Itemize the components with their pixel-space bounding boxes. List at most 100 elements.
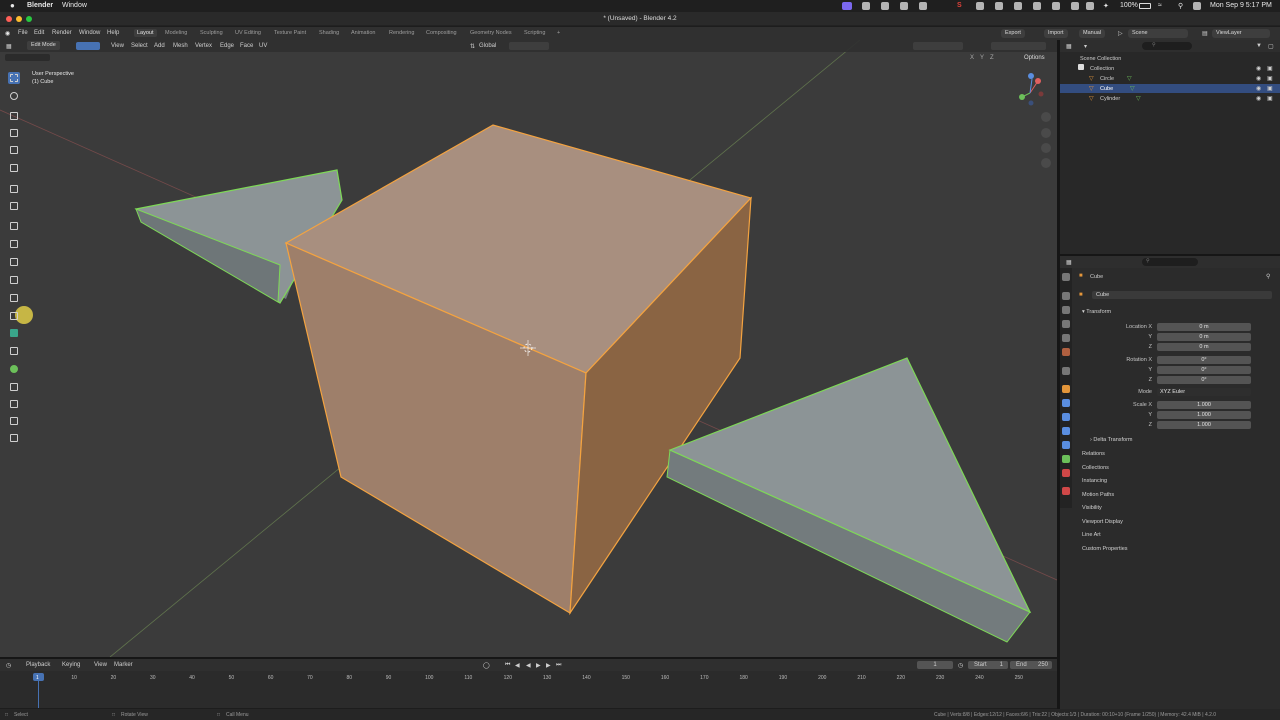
menu-view[interactable]: View [111, 43, 124, 49]
prev-keyframe-icon[interactable]: ◀ [515, 662, 520, 669]
status-icon-6[interactable] [1014, 2, 1022, 10]
status-icon-5[interactable] [976, 2, 984, 10]
battery-icon[interactable] [1139, 3, 1151, 9]
transform-section-header[interactable]: ▾ Transform [1082, 309, 1111, 315]
visibility-eye-icon[interactable]: ◉ [1256, 85, 1261, 92]
output-tab-icon[interactable] [1062, 306, 1070, 314]
apple-menu-icon[interactable]: ● [10, 1, 15, 10]
tool-tab-icon[interactable] [1062, 273, 1070, 281]
jump-start-icon[interactable]: ⏮ [505, 662, 510, 669]
tab-compositing[interactable]: Compositing [423, 29, 460, 37]
visibility-eye-icon[interactable]: ◉ [1256, 95, 1261, 102]
search-icon[interactable]: ⚲ [1178, 2, 1183, 10]
scene-icon[interactable]: ▷ [1118, 30, 1123, 37]
status-icon-9[interactable] [1071, 2, 1079, 10]
viewlayer-selector[interactable]: ViewLayer [1212, 29, 1270, 38]
menu-window[interactable]: Window [79, 30, 100, 36]
render-tab-icon[interactable] [1062, 292, 1070, 300]
tool-annotate-icon[interactable] [8, 183, 20, 195]
status-icon-10[interactable] [1086, 2, 1094, 10]
clock-icon[interactable] [995, 2, 1003, 10]
modifiers-tab-icon[interactable] [1062, 399, 1070, 407]
status-icon-3[interactable] [900, 2, 908, 10]
timeline-menu-keying[interactable]: Keying [62, 662, 80, 668]
jump-end-icon[interactable]: ⏭ [556, 662, 561, 669]
visibility-eye-icon[interactable]: ◉ [1256, 75, 1261, 82]
gizmo-overlay-toggles[interactable] [913, 42, 963, 50]
tool-select-box-icon[interactable] [8, 72, 20, 84]
section-line-art[interactable]: Line Art [1082, 532, 1101, 538]
bluetooth-icon[interactable]: ✦ [1103, 2, 1109, 10]
section-instancing[interactable]: Instancing [1082, 478, 1107, 484]
material-tab-icon[interactable] [1062, 469, 1070, 477]
rotation-z-field[interactable]: 0° [1157, 376, 1251, 384]
screen-share-icon[interactable] [842, 2, 852, 10]
outliner-search-input[interactable]: ⚲ [1142, 42, 1192, 50]
tab-geometry-nodes[interactable]: Geometry Nodes [467, 29, 515, 37]
tool-smooth-icon[interactable] [8, 363, 20, 375]
add-workspace-button[interactable]: + [554, 29, 563, 37]
menu-vertex[interactable]: Vertex [195, 43, 212, 49]
start-frame-field[interactable]: Start 1 [968, 661, 1008, 669]
outliner-item-cube[interactable]: Cube [1100, 86, 1113, 92]
s-app-icon[interactable]: S [957, 2, 962, 9]
viewport-scene[interactable] [0, 40, 1057, 657]
outliner-editor-icon[interactable]: ▦ [1066, 43, 1072, 50]
options-dropdown[interactable]: Options [1024, 55, 1045, 61]
world-tab-icon[interactable] [1062, 348, 1070, 356]
menu-mesh[interactable]: Mesh [173, 43, 188, 49]
menu-edge[interactable]: Edge [220, 43, 234, 49]
menu-help[interactable]: Help [107, 30, 119, 36]
selection-mode-toggles[interactable] [5, 54, 50, 61]
app-name-menu[interactable]: Blender [27, 2, 53, 9]
visibility-eye-icon[interactable]: ◉ [1256, 65, 1261, 72]
mode-selector[interactable]: Edit Mode [27, 41, 60, 50]
physics-tab-icon[interactable] [1062, 427, 1070, 435]
section-custom-properties[interactable]: Custom Properties [1082, 546, 1128, 552]
timeline-editor-icon[interactable]: ◷ [6, 662, 11, 669]
mesh-data-icon[interactable]: ▽ [1136, 95, 1141, 102]
select-mode-buttons[interactable] [76, 42, 100, 50]
tool-scale-icon[interactable] [8, 144, 20, 156]
timeline-menu-view[interactable]: View [94, 662, 107, 668]
scene-tab-icon[interactable] [1062, 334, 1070, 342]
outliner-item-circle[interactable]: Circle [1100, 76, 1114, 82]
collection-tab-icon[interactable] [1062, 367, 1070, 375]
rotation-y-field[interactable]: 0° [1157, 366, 1251, 374]
snap-pivot-tools[interactable] [509, 42, 549, 50]
mirror-y-toggle[interactable]: Y [980, 55, 984, 61]
transform-orientation-selector[interactable]: Global [479, 43, 496, 49]
tab-modeling[interactable]: Modeling [162, 29, 190, 37]
location-z-field[interactable]: 0 m [1157, 343, 1251, 351]
menu-edit[interactable]: Edit [34, 30, 44, 36]
mirror-x-toggle[interactable]: X [970, 55, 974, 61]
preview-range-icon[interactable]: ◷ [958, 662, 963, 669]
export-button[interactable]: Export [1001, 29, 1025, 38]
section-collections[interactable]: Collections [1082, 465, 1109, 471]
menu-add[interactable]: Add [154, 43, 165, 49]
collection-row[interactable]: Collection [1090, 66, 1114, 72]
tool-cursor-icon[interactable] [8, 90, 20, 102]
menu-uv[interactable]: UV [259, 43, 267, 49]
menubar-datetime[interactable]: Mon Sep 9 5:17 PM [1210, 2, 1272, 9]
blender-logo-icon[interactable]: ◉ [5, 30, 10, 37]
tool-rotate-icon[interactable] [8, 127, 20, 139]
mirror-z-toggle[interactable]: Z [990, 55, 994, 61]
play-reverse-icon[interactable]: ◀ [526, 662, 531, 669]
data-tab-icon[interactable] [1062, 455, 1070, 463]
tool-poly-build-icon[interactable] [8, 327, 20, 339]
section-visibility[interactable]: Visibility [1082, 505, 1102, 511]
location-x-field[interactable]: 0 m [1157, 323, 1251, 331]
scale-z-field[interactable]: 1.000 [1157, 421, 1251, 429]
outliner-filter-icon[interactable]: ▾ [1084, 43, 1087, 50]
mesh-data-icon[interactable]: ▽ [1127, 75, 1132, 82]
new-collection-icon[interactable]: ▢ [1268, 43, 1274, 50]
mesh-data-icon[interactable]: ▽ [1130, 85, 1135, 92]
tab-sculpting[interactable]: Sculpting [197, 29, 226, 37]
tab-animation[interactable]: Animation [348, 29, 378, 37]
render-camera-icon[interactable]: ▣ [1267, 75, 1273, 82]
render-camera-icon[interactable]: ▣ [1267, 85, 1273, 92]
delta-transform-subpanel[interactable]: › Delta Transform [1090, 437, 1133, 443]
section-motion-paths[interactable]: Motion Paths [1082, 492, 1114, 498]
menu-file[interactable]: File [18, 30, 28, 36]
